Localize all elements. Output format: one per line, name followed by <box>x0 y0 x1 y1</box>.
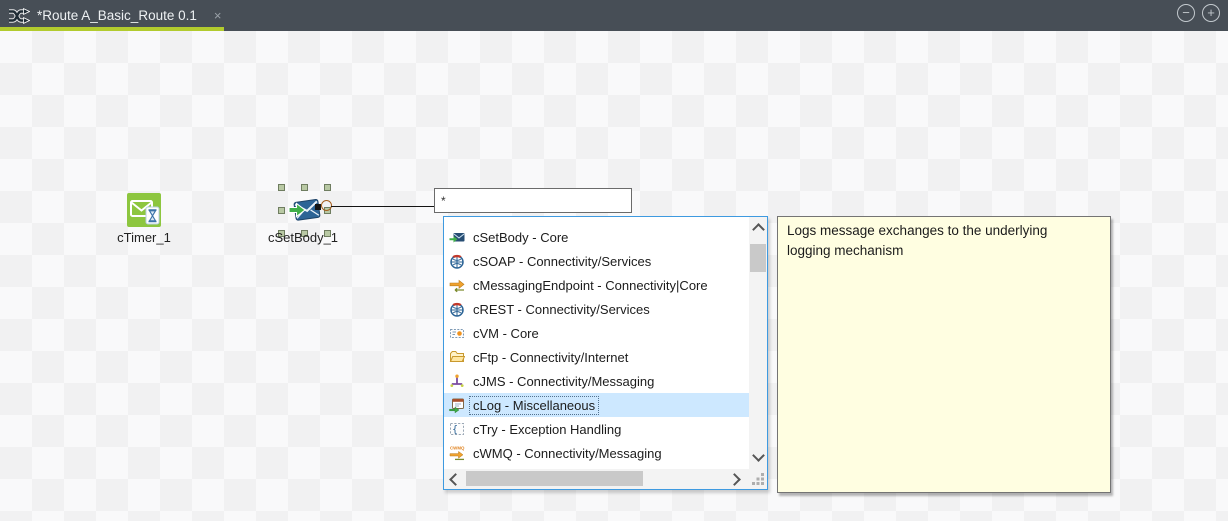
tab-title: *Route A_Basic_Route 0.1 <box>37 8 197 23</box>
dropdown-item-cwmq[interactable]: CWMQ cWMQ - Connectivity/Messaging <box>444 441 749 465</box>
cmessagingendpoint-icon <box>449 277 465 293</box>
dropdown-item-label: cREST - Connectivity/Services <box>469 300 654 319</box>
route-shuffle-icon <box>8 8 30 24</box>
dropdown-item-label: cSetBody - Core <box>469 228 572 247</box>
editor-tab-bar: *Route A_Basic_Route 0.1 × − + <box>0 0 1228 31</box>
resize-grip-icon[interactable] <box>749 469 767 489</box>
ctimer-icon <box>127 193 161 232</box>
cftp-icon <box>449 349 465 365</box>
component-description-panel: Logs message exchanges to the underlying… <box>777 216 1111 493</box>
scroll-right-icon[interactable] <box>728 473 741 486</box>
clog-icon <box>449 397 465 413</box>
crest-icon <box>449 301 465 317</box>
selection-handle-ne[interactable] <box>324 184 331 191</box>
dropdown-item-ctry[interactable]: { } cTry - Exception Handling <box>444 417 749 441</box>
scroll-left-icon[interactable] <box>449 473 462 486</box>
csetbody-icon <box>288 194 321 232</box>
dropdown-item-label: cLog - Miscellaneous <box>469 396 599 415</box>
csoap-icon <box>449 253 465 269</box>
component-suggestion-popup: cSetBody - Core cSOAP - Connectivity/Ser… <box>443 216 768 490</box>
maximize-view-button[interactable]: + <box>1202 4 1220 22</box>
ctimer-component[interactable] <box>127 193 161 232</box>
dropdown-item-cftp[interactable]: cFtp - Connectivity/Internet <box>444 345 749 369</box>
dropdown-item-label: cJMS - Connectivity/Messaging <box>469 372 658 391</box>
cjms-icon <box>449 373 465 389</box>
component-description-text: Logs message exchanges to the underlying… <box>787 221 1079 262</box>
tab-close-icon[interactable]: × <box>214 8 222 23</box>
dropdown-item-label: cWMQ - Connectivity/Messaging <box>469 444 666 463</box>
dropdown-item-csoap[interactable]: cSOAP - Connectivity/Services <box>444 249 749 273</box>
component-suggestion-list: cSetBody - Core cSOAP - Connectivity/Ser… <box>444 217 749 469</box>
svg-text:CWMQ: CWMQ <box>450 446 465 451</box>
selection-handle-w[interactable] <box>278 207 285 214</box>
vertical-scrollbar[interactable] <box>749 217 767 469</box>
vertical-scrollbar-thumb[interactable] <box>750 244 766 272</box>
cwmq-icon: CWMQ <box>449 445 465 461</box>
ctimer-label: cTimer_1 <box>99 230 189 245</box>
ctry-icon: { } <box>449 421 465 437</box>
dropdown-item-cmessagingendpoint[interactable]: cMessagingEndpoint - Connectivity|Core <box>444 273 749 297</box>
dropdown-item-csetbody[interactable]: cSetBody - Core <box>444 225 749 249</box>
connection-label-input[interactable] <box>434 188 632 213</box>
dropdown-item-crest[interactable]: cREST - Connectivity/Services <box>444 297 749 321</box>
csetbody-component[interactable] <box>288 194 321 232</box>
dropdown-item-label: cFtp - Connectivity/Internet <box>469 348 632 367</box>
csetbody-icon <box>449 229 465 245</box>
minimize-view-button[interactable]: − <box>1177 4 1195 22</box>
cvm-icon <box>449 325 465 341</box>
dropdown-item-label: cVM - Core <box>469 324 543 343</box>
selection-handle-n[interactable] <box>301 184 308 191</box>
scroll-up-icon[interactable] <box>752 223 765 236</box>
connection-line[interactable] <box>331 206 434 207</box>
csetbody-label: cSetBody_1 <box>258 230 348 245</box>
selection-handle-nw[interactable] <box>278 184 285 191</box>
dropdown-item-cjms[interactable]: cJMS - Connectivity/Messaging <box>444 369 749 393</box>
horizontal-scrollbar[interactable] <box>444 469 749 489</box>
dropdown-item-label: cTry - Exception Handling <box>469 420 625 439</box>
scroll-down-icon[interactable] <box>752 449 765 462</box>
dropdown-item-clog-selected[interactable]: cLog - Miscellaneous <box>444 393 749 417</box>
route-editor: *Route A_Basic_Route 0.1 × − + cTimer_1 <box>0 0 1228 521</box>
dropdown-item-label: cSOAP - Connectivity/Services <box>469 252 655 271</box>
dropdown-item-label: cMessagingEndpoint - Connectivity|Core <box>469 276 712 295</box>
horizontal-scrollbar-thumb[interactable] <box>466 471 643 486</box>
svg-text:{ }: { } <box>452 425 465 436</box>
dropdown-item-cvm[interactable]: cVM - Core <box>444 321 749 345</box>
